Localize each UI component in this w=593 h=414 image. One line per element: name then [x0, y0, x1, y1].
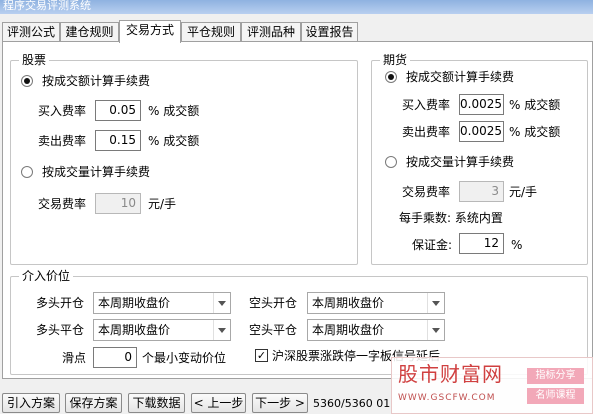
long-close-select[interactable]: 本周期收盘价 [93, 319, 231, 341]
watermark-logo: 股市财富网 WWW.GSCFW.COM 指标分享 名师课程 [391, 357, 593, 414]
long-open-select[interactable]: 本周期收盘价 [93, 292, 231, 314]
futures-group: 期货 按成交额计算手续费 买入费率 0.0025 % 成交额 卖出费率 0.00… [371, 53, 588, 265]
slippage-input[interactable]: 0 [93, 347, 137, 368]
stock-fee-rate-unit: 元/手 [148, 197, 177, 211]
download-data-button[interactable]: 下载数据 [128, 393, 185, 413]
futures-by-volume-radio[interactable] [385, 156, 397, 168]
stock-buy-rate-label: 买入费率 [38, 104, 87, 118]
futures-buy-rate-input[interactable]: 0.0025 [459, 94, 504, 115]
stock-group-title: 股票 [19, 53, 50, 67]
tab-trade-mode[interactable]: 交易方式 [119, 20, 181, 43]
watermark-badge-course: 名师课程 [527, 388, 584, 404]
stock-sell-rate-unit: % 成交额 [148, 134, 200, 148]
stock-sell-rate-input[interactable]: 0.15 [95, 130, 141, 151]
short-open-select[interactable]: 本周期收盘价 [307, 292, 445, 314]
chevron-down-icon[interactable] [213, 293, 230, 313]
stock-fee-rate-input[interactable]: 10 [95, 193, 141, 214]
tab-bar: 评测公式 建仓规则 交易方式 平仓规则 评测品种 设置报告 [0, 20, 593, 43]
limit-delay-checkbox[interactable]: ✓ [255, 349, 268, 362]
watermark-badge-share: 指标分享 [527, 368, 584, 384]
chevron-down-icon[interactable] [427, 320, 444, 340]
short-close-select[interactable]: 本周期收盘价 [307, 319, 445, 341]
slippage-unit: 个最小变动价位 [142, 351, 227, 365]
stock-group: 股票 按成交额计算手续费 买入费率 0.05 % 成交额 卖出费率 0.15 %… [10, 53, 358, 265]
futures-sell-rate-label: 卖出费率 [402, 125, 451, 139]
title-bar: 程序交易评测系统 [0, 0, 593, 14]
stock-buy-rate-input[interactable]: 0.05 [95, 100, 141, 121]
futures-by-amount-label[interactable]: 按成交额计算手续费 [406, 69, 514, 85]
watermark-main-text: 股市财富网 [398, 362, 503, 386]
chevron-down-icon[interactable] [213, 320, 230, 340]
tab-report[interactable]: 设置报告 [301, 22, 358, 42]
futures-fee-rate-label: 交易费率 [402, 185, 451, 199]
futures-by-amount-radio[interactable] [385, 71, 397, 83]
futures-by-volume-label[interactable]: 按成交量计算手续费 [406, 154, 514, 170]
long-open-label: 多头开仓 [36, 296, 85, 310]
short-close-value: 本周期收盘价 [312, 323, 385, 337]
tab-formula[interactable]: 评测公式 [2, 22, 60, 42]
stock-by-amount-radio[interactable] [21, 75, 33, 87]
stock-fee-rate-label: 交易费率 [38, 197, 87, 211]
long-close-value: 本周期收盘价 [98, 323, 171, 337]
futures-sell-rate-unit: % 成交额 [509, 125, 561, 139]
tab-open-rules[interactable]: 建仓规则 [60, 22, 119, 42]
tab-instruments[interactable]: 评测品种 [241, 22, 301, 42]
short-open-value: 本周期收盘价 [312, 296, 385, 310]
futures-buy-rate-label: 买入费率 [402, 98, 451, 112]
next-step-button[interactable]: 下一步 > [252, 393, 308, 413]
long-close-label: 多头平仓 [36, 323, 85, 337]
slippage-label: 滑点 [62, 351, 87, 365]
futures-lot-multiplier: 每手乘数: 系统内置 [399, 211, 503, 225]
futures-fee-rate-input[interactable]: 3 [459, 181, 504, 202]
save-scheme-button[interactable]: 保存方案 [65, 393, 122, 413]
short-close-label: 空头平仓 [249, 323, 298, 337]
import-scheme-button[interactable]: 引入方案 [2, 393, 60, 413]
trade-mode-panel: 股票 按成交额计算手续费 买入费率 0.05 % 成交额 卖出费率 0.15 %… [2, 41, 593, 379]
futures-margin-input[interactable]: 12 [459, 233, 504, 254]
tab-close-rules[interactable]: 平仓规则 [181, 22, 241, 42]
stock-by-amount-label[interactable]: 按成交额计算手续费 [42, 73, 150, 89]
futures-group-title: 期货 [380, 53, 411, 67]
stock-by-volume-radio[interactable] [21, 166, 33, 178]
watermark-url: WWW.GSCFW.COM [398, 393, 496, 403]
futures-sell-rate-input[interactable]: 0.0025 [459, 121, 504, 142]
futures-margin-unit: % [511, 238, 523, 252]
long-open-value: 本周期收盘价 [98, 296, 171, 310]
window-title: 程序交易评测系统 [3, 0, 91, 12]
futures-buy-rate-unit: % 成交额 [509, 98, 561, 112]
futures-fee-rate-unit: 元/手 [509, 185, 538, 199]
stock-by-volume-label[interactable]: 按成交量计算手续费 [42, 164, 150, 180]
stock-sell-rate-label: 卖出费率 [38, 134, 87, 148]
progress-text: 5360/5360 01 [313, 397, 391, 410]
chevron-down-icon[interactable] [427, 293, 444, 313]
entry-price-title: 介入价位 [19, 269, 74, 283]
short-open-label: 空头开仓 [249, 296, 298, 310]
stock-buy-rate-unit: % 成交额 [148, 104, 200, 118]
prev-step-button[interactable]: < 上一步 [191, 393, 246, 413]
futures-margin-label: 保证金: [412, 238, 453, 252]
